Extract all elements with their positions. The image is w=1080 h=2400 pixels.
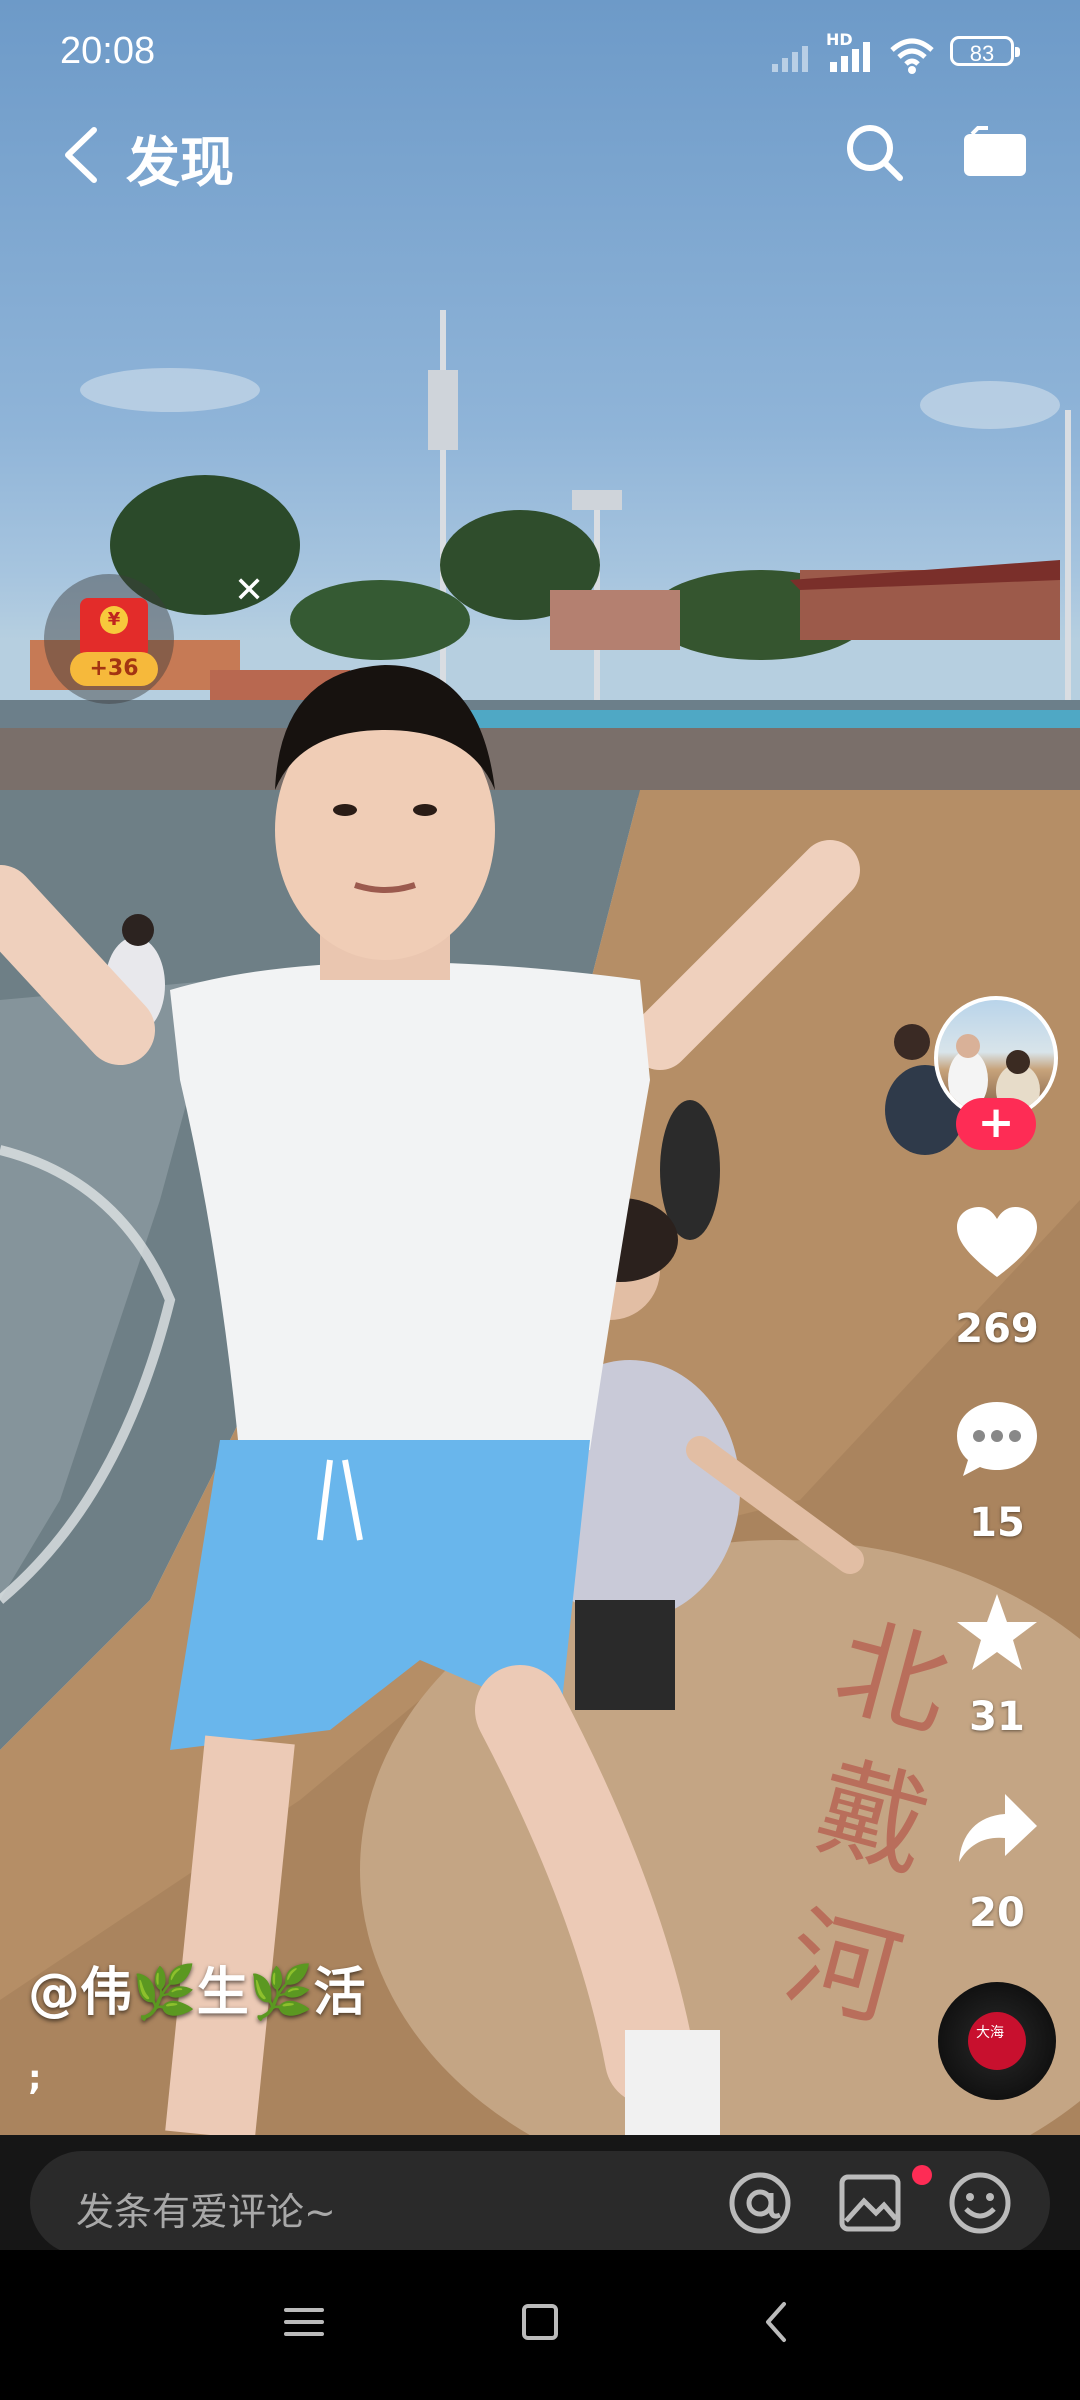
comment-count: 15 [969,1500,1025,1546]
signal-icon [830,42,870,72]
back-arrow-icon[interactable] [52,120,112,190]
author-name[interactable]: @伟🌿生🌿活 [28,1950,366,2025]
music-cover-text: 大海 [976,2025,1004,2041]
music-cover: 大海 [968,2012,1026,2070]
favorite-count: 31 [969,1694,1025,1740]
share-icon[interactable] [955,1788,1039,1872]
notification-dot [912,2165,932,2185]
menu-icon[interactable] [274,2292,334,2352]
page-title: 发现 [126,131,234,194]
comment-icon[interactable] [955,1398,1039,1482]
video-frame: 北 戴 河 [0,310,1080,2135]
status-time: 20:08 [60,30,156,72]
status-bar: 20:08 HD 83 [0,22,1080,84]
camera-icon[interactable] [960,124,1030,184]
author-name-part: 活 [313,1963,366,2023]
like-count: 269 [955,1306,1039,1352]
star-icon[interactable] [955,1592,1039,1676]
comment-input[interactable]: 发条有爱评论~ [30,2151,1050,2255]
coin-icon: ¥ [100,606,128,634]
at-icon[interactable] [726,2169,794,2237]
red-packet-widget[interactable]: ¥ +36 ✕ [44,570,264,704]
leaf-emoji: 🌿 [248,1963,314,2023]
search-icon[interactable] [840,118,910,188]
image-icon[interactable] [836,2169,904,2237]
share-count: 20 [969,1890,1025,1936]
author-name-part: @伟 [28,1963,133,2023]
comment-bar: 发条有爱评论~ [0,2135,1080,2255]
follow-button[interactable]: + [956,1098,1036,1150]
battery-indicator: 83 [950,36,1020,66]
author-name-part: 生 [196,1963,249,2023]
red-packet-badge: +36 [70,652,158,686]
signal-weak-icon [772,46,808,72]
video-caption: ; [28,2058,42,2098]
back-triangle-icon[interactable] [746,2292,806,2352]
close-icon[interactable]: ✕ [234,570,264,611]
leaf-emoji: 🌿 [132,1963,197,2023]
home-square-icon[interactable] [510,2292,570,2352]
heart-icon[interactable] [955,1203,1039,1287]
comment-placeholder: 发条有爱评论~ [76,2190,336,2234]
music-disc[interactable]: 大海 [938,1982,1056,2100]
system-nav-bar [0,2250,1080,2400]
red-packet-icon[interactable]: ¥ [80,598,148,658]
video-player[interactable]: 北 戴 河 [0,0,1080,2135]
emoji-icon[interactable] [946,2169,1014,2237]
wifi-icon [890,38,934,74]
